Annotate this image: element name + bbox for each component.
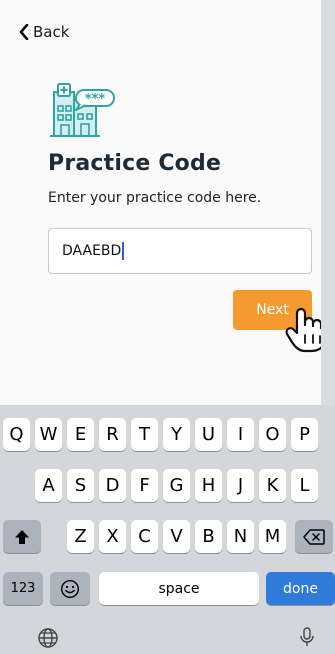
shift-arrow-icon <box>15 529 29 544</box>
back-button[interactable]: Back <box>18 23 69 41</box>
key-s[interactable]: S <box>67 469 94 502</box>
app-screen: Back *** Practice Code Enter your practi… <box>0 0 327 405</box>
globe-icon[interactable] <box>37 627 59 649</box>
key-c[interactable]: C <box>131 520 158 553</box>
key-q[interactable]: Q <box>3 418 30 451</box>
key-f[interactable]: F <box>131 469 158 502</box>
key-p[interactable]: P <box>291 418 318 451</box>
key-o[interactable]: O <box>259 418 286 451</box>
chevron-left-icon <box>19 24 29 40</box>
practice-code-input[interactable]: DAAEBD <box>48 228 312 274</box>
key-t[interactable]: T <box>131 418 158 451</box>
key-z[interactable]: Z <box>67 520 94 553</box>
page-title: Practice Code <box>48 151 222 176</box>
practice-code-value: DAAEBD <box>62 243 122 259</box>
key-e[interactable]: E <box>67 418 94 451</box>
onscreen-keyboard: Q W E R T Y U I O P A S D F G H J K L Z … <box>0 405 335 654</box>
key-v[interactable]: V <box>163 520 190 553</box>
microphone-icon[interactable] <box>296 626 318 648</box>
emoji-smiley-icon <box>60 579 80 598</box>
key-i[interactable]: I <box>227 418 254 451</box>
space-key[interactable]: space <box>99 572 259 605</box>
key-g[interactable]: G <box>163 469 190 502</box>
key-l[interactable]: L <box>291 469 318 502</box>
key-w[interactable]: W <box>35 418 62 451</box>
backspace-key[interactable] <box>295 520 333 553</box>
shift-key[interactable] <box>3 520 41 553</box>
emoji-key[interactable] <box>50 572 90 605</box>
key-j[interactable]: J <box>227 469 254 502</box>
backspace-icon <box>303 528 325 545</box>
hospital-building-icon: *** <box>50 83 115 137</box>
badge-text: *** <box>85 92 106 107</box>
numbers-key[interactable]: 123 <box>3 572 43 605</box>
key-x[interactable]: X <box>99 520 126 553</box>
key-r[interactable]: R <box>99 418 126 451</box>
key-a[interactable]: A <box>35 469 62 502</box>
key-y[interactable]: Y <box>163 418 190 451</box>
key-u[interactable]: U <box>195 418 222 451</box>
key-b[interactable]: B <box>195 520 222 553</box>
back-label: Back <box>33 23 70 41</box>
key-m[interactable]: M <box>259 520 286 553</box>
key-d[interactable]: D <box>99 469 126 502</box>
key-n[interactable]: N <box>227 520 254 553</box>
key-h[interactable]: H <box>195 469 222 502</box>
text-caret <box>122 242 124 260</box>
done-key[interactable]: done <box>266 572 335 605</box>
key-k[interactable]: K <box>259 469 286 502</box>
page-subtitle: Enter your practice code here. <box>48 190 262 206</box>
